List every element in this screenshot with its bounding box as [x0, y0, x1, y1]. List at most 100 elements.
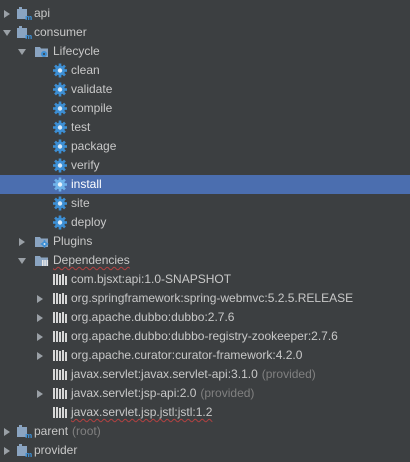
tree-node-lifecycle[interactable]: Lifecycle: [0, 42, 410, 61]
lifecycle-goal-site[interactable]: site: [0, 194, 410, 213]
goal-label: package: [71, 139, 117, 153]
maven-module-icon: m: [16, 424, 32, 439]
tree-node-label: api: [34, 6, 51, 20]
expand-arrow-icon[interactable]: [34, 384, 46, 403]
library-icon: [52, 386, 68, 401]
dependency-item[interactable]: javax.servlet:jsp-api:2.0 (provided): [0, 384, 410, 403]
dependency-coordinates: com.bjsxt:api:1.0-SNAPSHOT: [71, 272, 232, 286]
maven-module-icon: m: [16, 443, 32, 458]
goal-label: install: [71, 177, 102, 191]
expand-arrow-icon[interactable]: [1, 422, 13, 441]
gear-icon: [52, 196, 68, 211]
goal-label: deploy: [71, 215, 107, 229]
folder-lifecycle-icon: [34, 44, 50, 59]
dependency-label: com.bjsxt:api:1.0-SNAPSHOT: [71, 270, 231, 289]
collapse-arrow-icon[interactable]: [16, 251, 28, 270]
lifecycle-goal-deploy[interactable]: deploy: [0, 213, 410, 232]
expand-arrow-icon[interactable]: [34, 327, 46, 346]
tree-node-parent[interactable]: m parent (root): [0, 422, 410, 441]
dependency-label: javax.servlet:jsp-api:2.0 (provided): [71, 384, 254, 403]
library-icon: [52, 291, 68, 306]
root-marker: (root): [72, 424, 101, 438]
lifecycle-goal-validate[interactable]: validate: [0, 80, 410, 99]
svg-text:m: m: [25, 451, 32, 458]
tree-node-label: Plugins: [53, 234, 93, 248]
dependency-coordinates: org.apache.curator:curator-framework:4.2…: [71, 348, 303, 362]
library-icon: [52, 272, 68, 287]
module-name: parent: [34, 424, 69, 438]
tree-node-label: Dependencies: [53, 253, 130, 267]
library-icon: [52, 367, 68, 382]
maven-projects-tree: m api m consumer Lifecycle clean validat…: [0, 0, 410, 462]
gear-icon: [52, 101, 68, 116]
gear-icon: [52, 120, 68, 135]
lifecycle-goal-compile[interactable]: compile: [0, 99, 410, 118]
dependency-item[interactable]: org.apache.dubbo:dubbo:2.7.6: [0, 308, 410, 327]
dependency-label: org.apache.dubbo:dubbo:2.7.6: [71, 308, 234, 327]
lifecycle-goal-install[interactable]: install: [0, 175, 410, 194]
dependency-item[interactable]: javax.servlet:javax.servlet-api:3.1.0 (pr…: [0, 365, 410, 384]
dependency-item[interactable]: com.bjsxt:api:1.0-SNAPSHOT: [0, 270, 410, 289]
dependency-label: javax.servlet.jsp.jstl:jstl:1.2: [71, 403, 212, 422]
gear-icon: [52, 82, 68, 97]
dependency-label: org.apache.dubbo:dubbo-registry-zookeepe…: [71, 327, 338, 346]
tree-node-plugins[interactable]: Plugins: [0, 232, 410, 251]
goal-label: compile: [71, 101, 113, 115]
tree-node-label: Lifecycle: [53, 44, 100, 58]
tree-node-api[interactable]: m api: [0, 4, 410, 23]
dependency-coordinates: org.springframework:spring-webmvc:5.2.5.…: [71, 291, 354, 305]
goal-label: test: [71, 120, 91, 134]
dependency-label: org.springframework:spring-webmvc:5.2.5.…: [71, 289, 353, 308]
collapse-arrow-icon[interactable]: [1, 23, 13, 42]
dependency-label: org.apache.curator:curator-framework:4.2…: [71, 346, 302, 365]
tree-node-consumer[interactable]: m consumer: [0, 23, 410, 42]
dependency-item[interactable]: org.springframework:spring-webmvc:5.2.5.…: [0, 289, 410, 308]
lifecycle-goal-clean[interactable]: clean: [0, 61, 410, 80]
dependency-coordinates: javax.servlet.jsp.jstl:jstl:1.2: [71, 405, 213, 419]
dependency-item[interactable]: javax.servlet.jsp.jstl:jstl:1.2: [0, 403, 410, 422]
dependency-scope: (provided): [261, 367, 316, 381]
dependency-coordinates: org.apache.dubbo:dubbo:2.7.6: [71, 310, 235, 324]
folder-dependencies-icon: [34, 253, 50, 268]
lifecycle-goal-verify[interactable]: verify: [0, 156, 410, 175]
dependency-coordinates: javax.servlet:jsp-api:2.0: [71, 386, 197, 400]
dependency-item[interactable]: org.apache.curator:curator-framework:4.2…: [0, 346, 410, 365]
tree-node-provider[interactable]: m provider: [0, 441, 410, 460]
goal-label: site: [71, 196, 90, 210]
dependency-coordinates: org.apache.dubbo:dubbo-registry-zookeepe…: [71, 329, 338, 343]
dependency-item[interactable]: org.apache.dubbo:dubbo-registry-zookeepe…: [0, 327, 410, 346]
gear-icon: [52, 139, 68, 154]
tree-node-dependencies[interactable]: Dependencies: [0, 251, 410, 270]
expand-arrow-icon[interactable]: [1, 4, 13, 23]
expand-arrow-icon[interactable]: [1, 441, 13, 460]
tree-node-label: consumer: [34, 25, 87, 39]
gear-icon: [52, 158, 68, 173]
folder-plugins-icon: [34, 234, 50, 249]
svg-text:m: m: [25, 432, 32, 439]
expand-arrow-icon[interactable]: [34, 308, 46, 327]
tree-node-label: parent (root): [34, 422, 101, 441]
goal-label: clean: [71, 63, 100, 77]
lifecycle-goal-package[interactable]: package: [0, 137, 410, 156]
library-icon: [52, 329, 68, 344]
expand-arrow-icon[interactable]: [16, 232, 28, 251]
dependency-coordinates: javax.servlet:javax.servlet-api:3.1.0: [71, 367, 258, 381]
goal-label: verify: [71, 158, 100, 172]
tree-node-label: provider: [34, 443, 78, 457]
expand-arrow-icon[interactable]: [34, 346, 46, 365]
svg-text:m: m: [25, 14, 32, 21]
maven-module-icon: m: [16, 6, 32, 21]
gear-icon: [52, 63, 68, 78]
library-icon: [52, 405, 68, 420]
maven-module-icon: m: [16, 25, 32, 40]
goal-label: validate: [71, 82, 113, 96]
dependency-label: javax.servlet:javax.servlet-api:3.1.0 (pr…: [71, 365, 316, 384]
library-icon: [52, 310, 68, 325]
gear-icon: [52, 177, 68, 192]
collapse-arrow-icon[interactable]: [16, 42, 28, 61]
dependency-scope: (provided): [200, 386, 255, 400]
lifecycle-goal-test[interactable]: test: [0, 118, 410, 137]
svg-text:m: m: [25, 33, 32, 40]
expand-arrow-icon[interactable]: [34, 289, 46, 308]
library-icon: [52, 348, 68, 363]
